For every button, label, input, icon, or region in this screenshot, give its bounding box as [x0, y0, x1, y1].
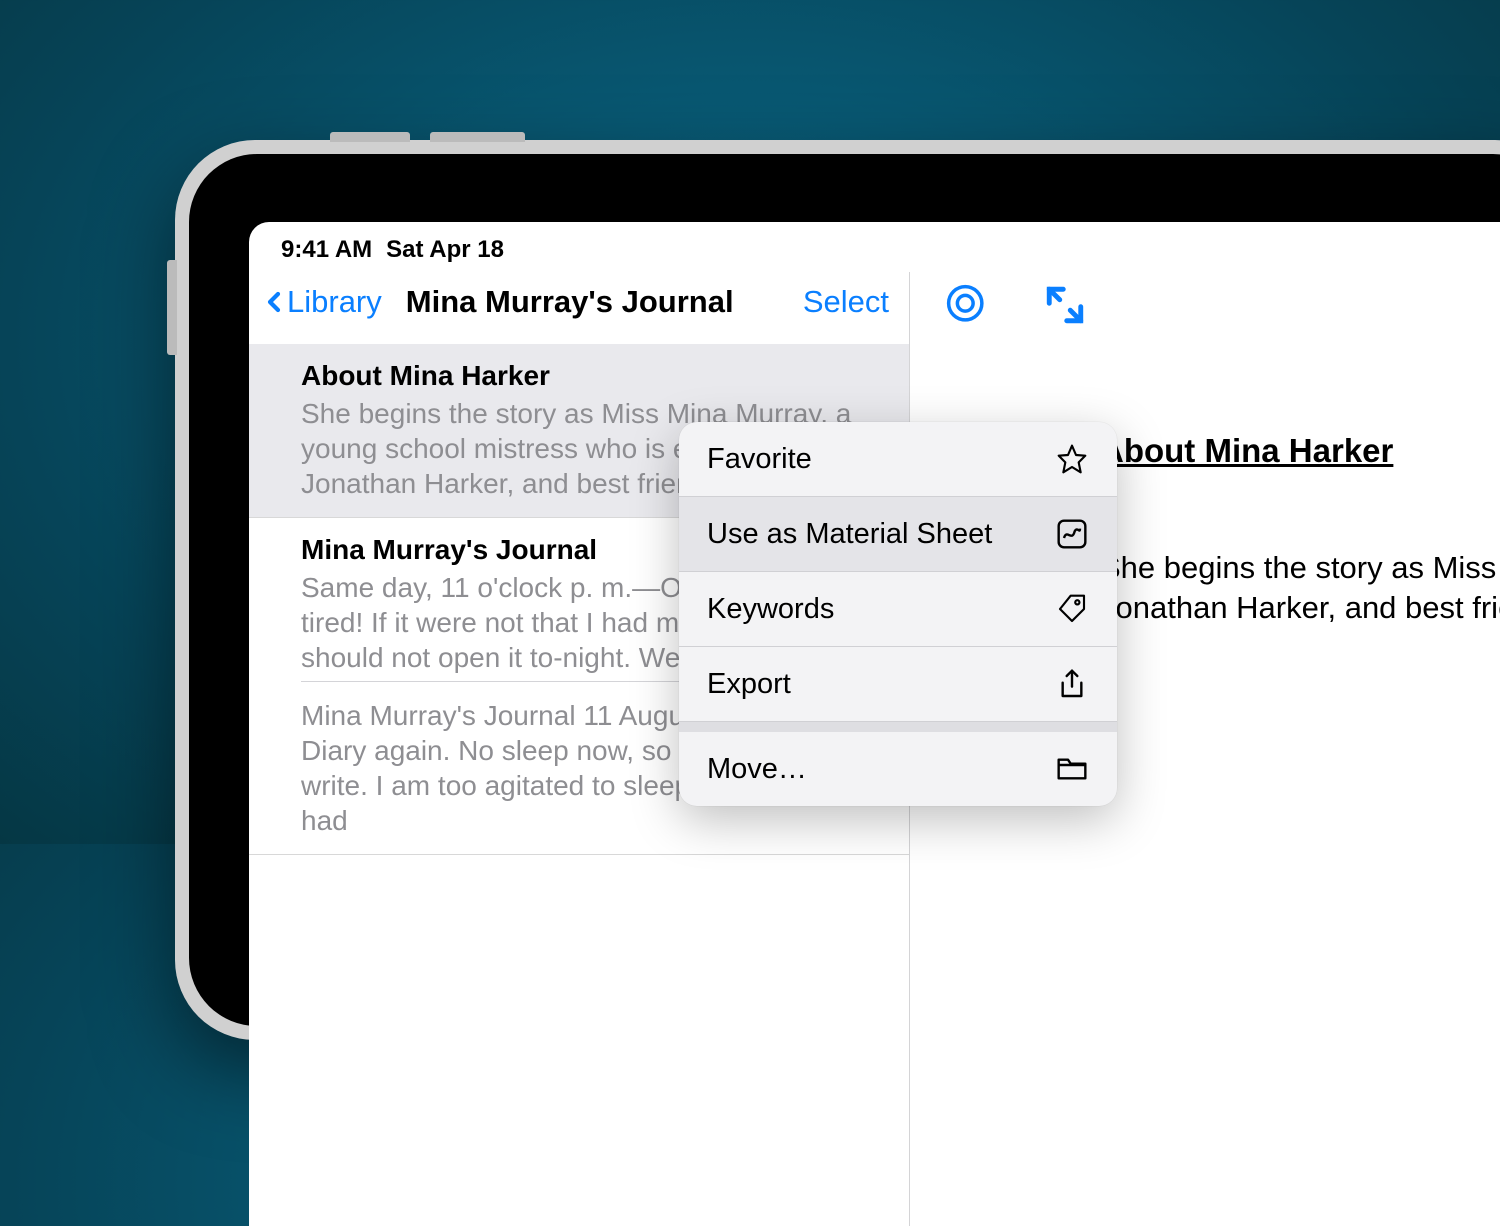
scribble-square-icon: [1055, 517, 1089, 551]
menu-material-sheet[interactable]: Use as Material Sheet: [679, 497, 1117, 572]
menu-label: Move…: [707, 753, 807, 786]
back-button[interactable]: Library: [263, 284, 382, 320]
status-date: Sat Apr 18: [386, 236, 504, 264]
context-menu: Favorite Use as Material Sheet Keywords: [679, 422, 1117, 806]
expand-icon[interactable]: [1044, 284, 1086, 326]
nav-title: Mina Murray's Journal: [406, 284, 734, 320]
menu-move[interactable]: Move…: [679, 722, 1117, 806]
menu-label: Use as Material Sheet: [707, 518, 992, 551]
tag-icon: [1055, 592, 1089, 626]
menu-label: Favorite: [707, 443, 812, 476]
document-line: Jonathan Harker, and best friends with: [1100, 588, 1500, 628]
menu-label: Keywords: [707, 593, 834, 626]
side-button: [167, 260, 177, 355]
back-label: Library: [287, 284, 382, 320]
folder-icon: [1055, 752, 1089, 786]
nav-header: Library Mina Murray's Journal Select: [249, 272, 909, 344]
menu-keywords[interactable]: Keywords: [679, 572, 1117, 647]
status-bar: 9:41 AM Sat Apr 18: [249, 222, 1500, 272]
ipad-device-frame: 9:41 AM Sat Apr 18 Library Mina Murray's…: [175, 140, 1500, 1040]
menu-label: Export: [707, 668, 791, 701]
volume-button: [430, 132, 525, 142]
list-item-title: About Mina Harker: [301, 360, 857, 392]
status-time: 9:41 AM: [281, 236, 372, 264]
volume-button: [330, 132, 410, 142]
screen: 9:41 AM Sat Apr 18 Library Mina Murray's…: [249, 222, 1500, 1226]
search-icon[interactable]: [946, 284, 988, 326]
share-icon: [1055, 667, 1089, 701]
menu-favorite[interactable]: Favorite: [679, 422, 1117, 497]
select-button[interactable]: Select: [803, 284, 889, 320]
menu-export[interactable]: Export: [679, 647, 1117, 722]
detail-toolbar: [946, 272, 1500, 346]
chevron-left-icon: [263, 284, 287, 320]
star-icon: [1055, 442, 1089, 476]
document-line: She begins the story as Miss Mina Murray…: [1100, 548, 1500, 588]
device-bezel: 9:41 AM Sat Apr 18 Library Mina Murray's…: [189, 154, 1500, 1026]
